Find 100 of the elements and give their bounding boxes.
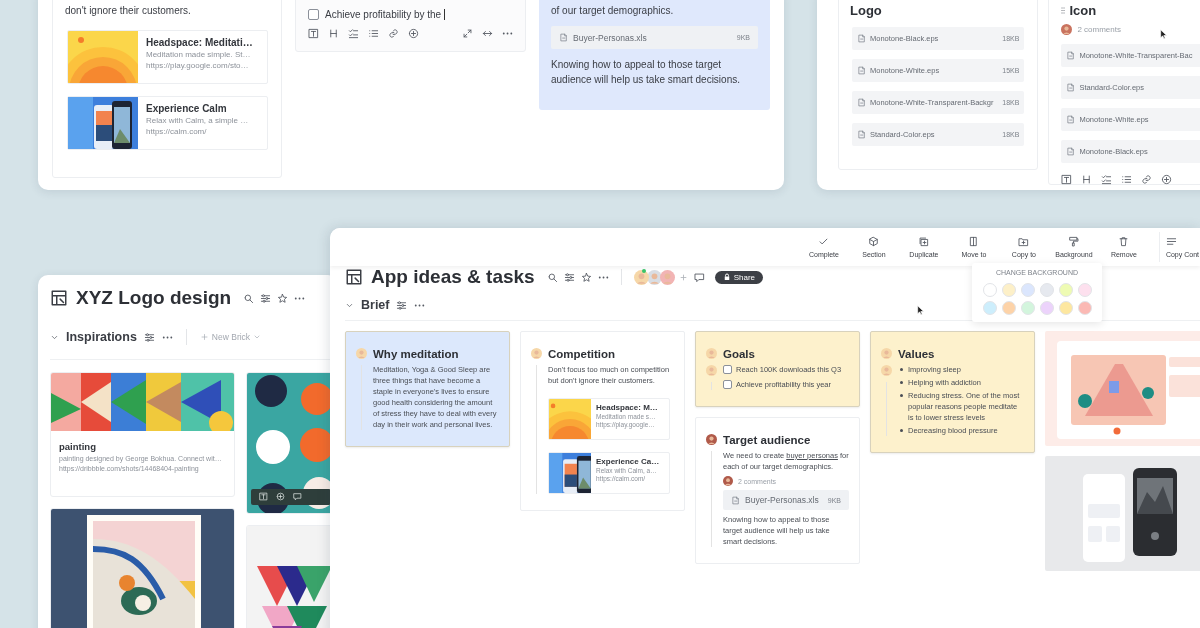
- checkbox[interactable]: [723, 380, 732, 389]
- share-button[interactable]: Share: [714, 270, 764, 284]
- star-icon[interactable]: [277, 292, 289, 304]
- panel-icon: [968, 236, 980, 247]
- avatar: [706, 434, 717, 445]
- card-title: Competition: [548, 348, 617, 360]
- add-icon[interactable]: [1161, 174, 1173, 185]
- link-icon[interactable]: [1141, 174, 1153, 185]
- card-title: Logo: [850, 3, 882, 18]
- avatar: [706, 365, 717, 376]
- checklist-icon[interactable]: [348, 28, 359, 39]
- color-swatch[interactable]: [1058, 283, 1073, 297]
- card-title: Goals: [723, 348, 756, 360]
- card-text: Knowing how to appeal to those target audience will help us take smart decisions.: [551, 58, 741, 87]
- board-icon: [50, 289, 68, 307]
- check-icon: [818, 236, 830, 247]
- card-title: Values: [898, 348, 936, 360]
- color-swatch[interactable]: [1001, 301, 1016, 315]
- sliders-icon[interactable]: [563, 271, 575, 283]
- board-icon: [345, 268, 363, 286]
- lines-icon: [1165, 236, 1177, 247]
- heading-icon[interactable]: [328, 28, 339, 39]
- text-icon[interactable]: [308, 28, 319, 39]
- file-icon: [857, 98, 866, 107]
- card-title: Why meditation: [373, 348, 460, 360]
- list-icon[interactable]: [368, 28, 379, 39]
- expand-icon[interactable]: [462, 28, 473, 39]
- task-label[interactable]: Achieve profitability by the: [325, 9, 446, 20]
- board-title: XYZ Logo design: [76, 287, 232, 309]
- link-url: https://calm.com/: [146, 127, 208, 136]
- link-icon[interactable]: [388, 28, 399, 39]
- file-icon: [857, 66, 866, 75]
- avatar: [723, 476, 733, 486]
- folder-plus-icon: [1018, 236, 1030, 247]
- search-icon[interactable]: [546, 271, 558, 283]
- color-swatch[interactable]: [1020, 301, 1035, 315]
- link-description: Relax with Calm, a simple …: [146, 116, 249, 125]
- checklist-icon[interactable]: [1101, 174, 1113, 185]
- avatar: [881, 365, 892, 376]
- color-swatch[interactable]: [1058, 301, 1073, 315]
- checkbox[interactable]: [308, 9, 319, 20]
- avatar: [881, 348, 892, 359]
- color-swatch[interactable]: [1077, 283, 1092, 297]
- file-name: Buyer-Personas.xls: [573, 32, 648, 43]
- file-icon: [1066, 83, 1076, 92]
- sliders-icon[interactable]: [396, 299, 408, 311]
- list-icon[interactable]: [1121, 174, 1133, 185]
- file-icon: [1066, 115, 1076, 124]
- resize-icon[interactable]: [482, 28, 493, 39]
- sliders-icon[interactable]: [260, 292, 272, 304]
- card-title: Icon: [1069, 3, 1097, 18]
- bullet-icon: [900, 368, 903, 371]
- cursor-icon: [1160, 29, 1168, 40]
- avatar: [531, 348, 542, 359]
- avatar: [356, 348, 367, 359]
- file-icon: [857, 130, 866, 139]
- comment-icon[interactable]: [293, 492, 302, 501]
- color-swatch[interactable]: [1020, 283, 1035, 297]
- file-icon: [731, 495, 740, 505]
- color-swatch[interactable]: [1039, 283, 1054, 297]
- card-title: Target audience: [723, 434, 812, 446]
- link-card[interactable]: Headspace: Meditati… Meditation made simple. St… https://play.google.com/sto…: [67, 30, 268, 84]
- avatar: [633, 269, 649, 285]
- section-title: Inspirations: [66, 330, 137, 344]
- color-swatch[interactable]: [1039, 301, 1054, 315]
- heading-icon[interactable]: [1081, 174, 1093, 185]
- card-text: don't ignore their customers.: [65, 4, 192, 18]
- sliders-icon[interactable]: [143, 331, 155, 343]
- new-brick-label: New Brick: [211, 332, 251, 342]
- checkbox[interactable]: [723, 365, 732, 374]
- avatar: [659, 269, 675, 285]
- link-title: Experience Ca…: [596, 457, 660, 466]
- section-title: Brief: [361, 298, 390, 312]
- avatar: [646, 269, 662, 285]
- color-swatch[interactable]: [982, 301, 997, 315]
- text-icon[interactable]: [1061, 174, 1073, 185]
- online-dot: [641, 268, 646, 273]
- file-name: Buyer-Personas.xls: [745, 495, 820, 505]
- file-icon: [1066, 147, 1076, 156]
- card-text: of our target demographics.: [551, 4, 675, 18]
- star-icon[interactable]: [580, 271, 592, 283]
- cube-icon: [868, 236, 880, 247]
- link-title: Experience Calm: [146, 103, 228, 114]
- link-card[interactable]: Experience Calm Relax with Calm, a simple … https://calm.com/: [67, 96, 268, 150]
- color-swatch[interactable]: [982, 283, 997, 297]
- plus-icon: [199, 333, 209, 341]
- trash-icon: [1118, 236, 1130, 247]
- file-icon: [857, 34, 866, 43]
- link-title: Headspace: Meditati…: [146, 37, 253, 48]
- color-swatch[interactable]: [1001, 283, 1016, 297]
- link-title: Headspace: M…: [596, 403, 658, 412]
- duplicate-icon: [918, 236, 930, 247]
- search-icon[interactable]: [243, 292, 255, 304]
- color-swatch[interactable]: [1077, 301, 1092, 315]
- link-description: Meditation made simple. St…: [146, 50, 252, 59]
- chat-icon[interactable]: [693, 271, 705, 283]
- drag-handle-icon[interactable]: [1059, 5, 1068, 16]
- board-title: App ideas & tasks: [371, 266, 535, 288]
- avatar: [706, 348, 717, 359]
- add-icon[interactable]: [408, 28, 419, 39]
